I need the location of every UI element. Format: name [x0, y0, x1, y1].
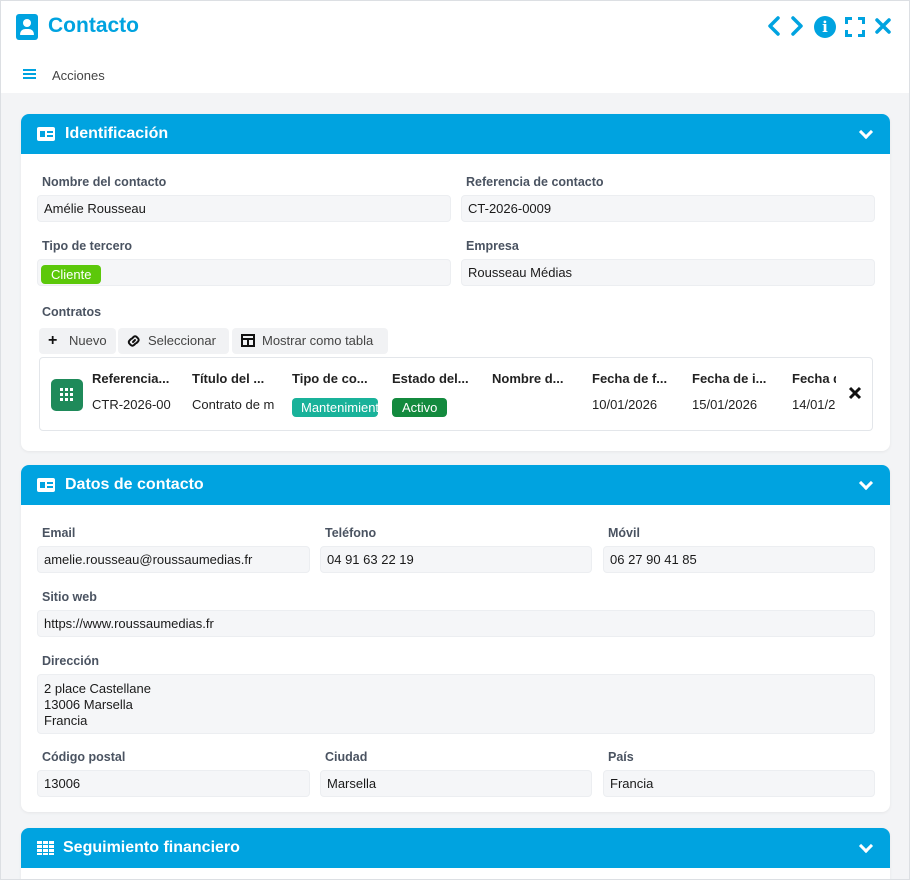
cell-type[interactable]: Mantenimiento [292, 398, 378, 420]
address-line-2: 13006 Marsella [44, 697, 133, 712]
address-label: Dirección [42, 654, 99, 668]
address-field[interactable]: 2 place Castellane 13006 Marsella Franci… [37, 674, 875, 734]
col-header-name[interactable]: Nombre d... [492, 371, 580, 386]
financial-title: Seguimiento financiero [63, 839, 240, 856]
contact-name-label: Nombre del contacto [42, 175, 167, 189]
email-field[interactable]: amelie.rousseau@roussaumedias.fr [37, 546, 310, 573]
chevron-left-icon[interactable] [765, 15, 783, 39]
identification-title: Identificación [65, 125, 169, 142]
contact-data-card: Datos de contacto [21, 465, 890, 812]
third-party-type-label: Tipo de tercero [42, 239, 133, 253]
new-contract-button[interactable]: + Nuevo [39, 328, 116, 354]
cell-title[interactable]: Contrato de m [192, 397, 280, 412]
show-as-table-label: Mostrar como tabla [262, 333, 374, 348]
city-field[interactable]: Marsella [320, 770, 592, 797]
spreadsheet-icon[interactable] [51, 379, 83, 411]
person-badge-icon [16, 14, 38, 40]
contact-data-title: Datos de contacto [65, 476, 204, 493]
chevron-right-icon[interactable] [788, 15, 806, 39]
contracts-label: Contratos [42, 305, 102, 319]
postal-code-label: Código postal [42, 750, 126, 764]
show-as-table-button[interactable]: Mostrar como tabla [232, 328, 388, 354]
mobile-label: Móvil [608, 526, 640, 540]
col-header-date[interactable]: Fecha d [792, 371, 836, 386]
select-contract-label: Seleccionar [148, 333, 216, 348]
fullscreen-icon[interactable] [845, 17, 865, 37]
remove-row-icon[interactable] [848, 384, 862, 405]
table-icon [241, 334, 255, 348]
col-header-reference[interactable]: Referencia... [92, 371, 180, 386]
cell-date[interactable]: 14/01/2 [792, 397, 836, 412]
third-party-type-field[interactable]: Cliente [37, 259, 451, 286]
hamburger-icon[interactable] [23, 69, 36, 80]
website-label: Sitio web [42, 590, 97, 604]
financial-card: Seguimiento financiero [21, 828, 890, 879]
chevron-down-icon[interactable] [858, 124, 874, 140]
select-contract-button[interactable]: Seleccionar [118, 328, 229, 354]
chevron-down-icon[interactable] [858, 475, 874, 491]
cell-start-date[interactable]: 15/01/2026 [692, 397, 780, 412]
mantenimiento-badge: Mantenimiento [292, 398, 378, 417]
phone-field[interactable]: 04 91 63 22 19 [320, 546, 592, 573]
contact-name-field[interactable]: Amélie Rousseau [37, 195, 451, 222]
email-label: Email [42, 526, 76, 540]
col-header-title[interactable]: Título del ... [192, 371, 280, 386]
identification-header[interactable]: Identificación [21, 114, 890, 154]
website-field[interactable]: https://www.roussaumedias.fr [37, 610, 875, 637]
company-label: Empresa [466, 239, 519, 253]
city-label: Ciudad [325, 750, 368, 764]
cell-end-date[interactable]: 10/01/2026 [592, 397, 680, 412]
mobile-field[interactable]: 06 27 90 41 85 [603, 546, 875, 573]
activo-badge: Activo [392, 398, 448, 417]
table-grid-icon [37, 841, 55, 855]
title-bar: Contacto i Acciones [1, 1, 909, 93]
contact-data-header[interactable]: Datos de contacto [21, 465, 890, 505]
country-field[interactable]: Francia [603, 770, 875, 797]
id-card-icon [37, 478, 55, 492]
financial-header[interactable]: Seguimiento financiero [21, 828, 890, 868]
contracts-table: Referencia... Título del ... Tipo de co.… [39, 357, 873, 431]
cell-status[interactable]: Activo [392, 398, 480, 417]
contact-window: Contacto i Acciones Identificación Nombr… [0, 0, 910, 880]
info-icon[interactable]: i [814, 16, 836, 38]
link-icon [127, 334, 141, 348]
contact-ref-field[interactable]: CT-2026-0009 [461, 195, 875, 222]
plus-icon: + [48, 332, 58, 349]
contact-ref-label: Referencia de contacto [466, 175, 604, 189]
company-field[interactable]: Rousseau Médias [461, 259, 875, 286]
col-header-end-date[interactable]: Fecha de f... [592, 371, 680, 386]
close-icon[interactable] [873, 15, 893, 39]
address-line-3: Francia [44, 713, 88, 728]
new-contract-label: Nuevo [69, 333, 107, 348]
phone-label: Teléfono [325, 526, 377, 540]
col-header-type[interactable]: Tipo de co... [292, 371, 380, 386]
address-line-1: 2 place Castellane [44, 681, 151, 696]
cell-reference[interactable]: CTR-2026-00 [92, 397, 180, 412]
postal-code-field[interactable]: 13006 [37, 770, 310, 797]
country-label: País [608, 750, 634, 764]
actions-menu[interactable]: Acciones [52, 68, 105, 83]
id-card-icon [37, 127, 55, 141]
window-title: Contacto [48, 14, 139, 37]
cliente-badge: Cliente [41, 265, 102, 285]
chevron-down-icon[interactable] [858, 838, 874, 854]
col-header-status[interactable]: Estado del... [392, 371, 480, 386]
col-header-start-date[interactable]: Fecha de i... [692, 371, 780, 386]
